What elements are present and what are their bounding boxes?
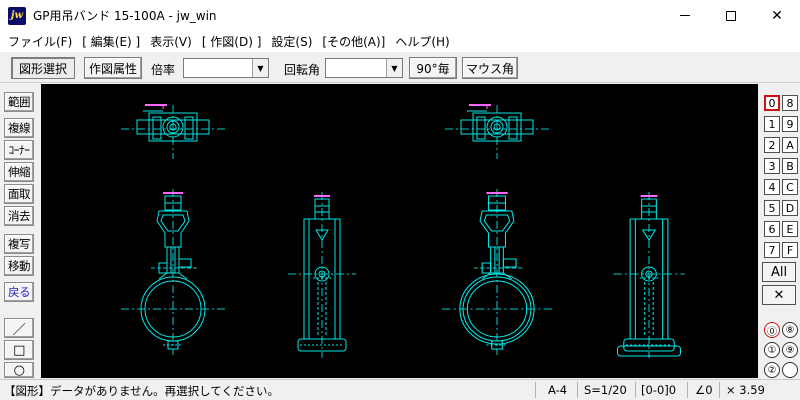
- layer-button-4[interactable]: 4: [764, 179, 780, 195]
- chevron-down-icon[interactable]: ▼: [386, 59, 402, 77]
- mouse-angle-button[interactable]: マウス角: [462, 57, 518, 79]
- scale-combo[interactable]: ▼: [183, 58, 269, 78]
- tool-line[interactable]: ／: [4, 318, 34, 338]
- tool-erase[interactable]: 消去: [4, 206, 34, 226]
- toolbar: 図形選択 作図属性 倍率 ▼ 回転角 ▼ 90°毎 マウス角: [0, 53, 800, 83]
- layer-button-a[interactable]: A: [782, 137, 798, 153]
- layer-button-e[interactable]: E: [782, 221, 798, 237]
- layer-button-2[interactable]: 2: [764, 137, 780, 153]
- top-view-small: [120, 104, 226, 160]
- layer-button-c[interactable]: C: [782, 179, 798, 195]
- tool-undo[interactable]: 戻る: [4, 282, 34, 302]
- scale-label: 倍率: [151, 63, 176, 77]
- menu-other[interactable]: [その他(A)]: [317, 33, 390, 50]
- draw-attribute-button[interactable]: 作図属性: [84, 57, 142, 79]
- front-view-small: [120, 188, 226, 356]
- cad-drawing: [120, 104, 686, 360]
- status-scale[interactable]: S=1/20: [584, 383, 627, 397]
- layer-palette: 0 8 1 9 2 A 3 B 4 C 5 D 6 E 7 F All ✕ ⓪ …: [760, 84, 800, 379]
- rotation-label: 回転角: [284, 63, 321, 77]
- layer-group-2[interactable]: ②: [764, 362, 780, 378]
- tool-corner[interactable]: ｺｰﾅｰ: [4, 140, 34, 160]
- status-divider: [687, 382, 688, 398]
- menu-edit[interactable]: [ 編集(E) ]: [77, 33, 145, 50]
- layer-button-8[interactable]: 8: [782, 95, 798, 111]
- minimize-button[interactable]: [662, 0, 708, 31]
- layer-button-7[interactable]: 7: [764, 242, 780, 258]
- tool-chamfer[interactable]: 面取: [4, 184, 34, 204]
- layer-group-9[interactable]: ⑨: [782, 342, 798, 358]
- tool-copy[interactable]: 複写: [4, 234, 34, 254]
- chevron-down-icon[interactable]: ▼: [252, 59, 268, 77]
- layer-clear-button[interactable]: ✕: [762, 285, 796, 305]
- status-divider: [719, 382, 720, 398]
- menu-bar: ファイル(F) [ 編集(E) ] 表示(V) [ 作図(D) ] 設定(S) …: [0, 31, 800, 52]
- rotation-combo[interactable]: ▼: [325, 58, 403, 78]
- maximize-icon: [726, 10, 736, 21]
- close-button[interactable]: ✕: [754, 0, 800, 31]
- layer-group-1[interactable]: ①: [764, 342, 780, 358]
- cross-icon: ✕: [773, 287, 785, 303]
- select-shape-button[interactable]: 図形選択: [11, 57, 75, 79]
- layer-button-1[interactable]: 1: [764, 116, 780, 132]
- layer-button-0[interactable]: 0: [764, 95, 780, 111]
- menu-help[interactable]: ヘルプ(H): [390, 33, 454, 50]
- layer-group-0[interactable]: ⓪: [764, 322, 780, 338]
- status-bar: 【図形】データがありません。再選択してください。 A-4 S=1/20 [0-0…: [0, 379, 800, 400]
- layer-button-b[interactable]: B: [782, 158, 798, 174]
- maximize-button[interactable]: [708, 0, 754, 31]
- layer-button-5[interactable]: 5: [764, 200, 780, 216]
- menu-view[interactable]: 表示(V): [145, 33, 197, 50]
- layer-group-a[interactable]: [782, 362, 798, 378]
- layer-button-d[interactable]: D: [782, 200, 798, 216]
- layer-button-f[interactable]: F: [782, 242, 798, 258]
- ninety-degree-button[interactable]: 90°毎: [409, 57, 457, 79]
- front-view-large: [440, 187, 554, 357]
- circle-icon: ○: [13, 362, 25, 378]
- drawing-canvas[interactable]: [41, 84, 758, 378]
- layer-group-8[interactable]: ⑧: [782, 322, 798, 338]
- minimize-icon: [680, 15, 690, 16]
- tool-offset[interactable]: 複線: [4, 118, 34, 138]
- top-view-large: [444, 104, 550, 160]
- layer-button-3[interactable]: 3: [764, 158, 780, 174]
- title-bar: jw GP用吊バンド 15-100A - jw_win ✕: [0, 0, 800, 31]
- side-view-large: [612, 190, 686, 360]
- status-divider: [577, 382, 578, 398]
- line-icon: ／: [12, 322, 26, 338]
- status-angle[interactable]: ∠0: [695, 383, 713, 397]
- status-divider: [535, 382, 536, 398]
- status-layer[interactable]: [0-0]0: [641, 383, 676, 397]
- layer-button-6[interactable]: 6: [764, 221, 780, 237]
- menu-draw[interactable]: [ 作図(D) ]: [197, 33, 267, 50]
- menu-file[interactable]: ファイル(F): [3, 33, 77, 50]
- tool-stretch[interactable]: 伸縮: [4, 162, 34, 182]
- status-message: 【図形】データがありません。再選択してください。: [4, 384, 279, 398]
- left-tool-palette: 範囲 複線 ｺｰﾅｰ 伸縮 面取 消去 複写 移動 戻る ／ □ ○: [0, 84, 38, 379]
- menu-settings[interactable]: 設定(S): [266, 33, 317, 50]
- tool-move[interactable]: 移動: [4, 256, 34, 276]
- status-zoom[interactable]: × 3.59: [726, 383, 765, 397]
- tool-range[interactable]: 範囲: [4, 92, 34, 112]
- tool-rectangle[interactable]: □: [4, 340, 34, 360]
- layer-all-button[interactable]: All: [762, 262, 796, 282]
- status-divider: [635, 382, 636, 398]
- window-title: GP用吊バンド 15-100A - jw_win: [33, 9, 217, 23]
- close-icon: ✕: [771, 7, 783, 24]
- status-paper-size[interactable]: A-4: [548, 383, 567, 397]
- rectangle-icon: □: [13, 342, 25, 358]
- side-view-small: [287, 191, 357, 359]
- layer-button-9[interactable]: 9: [782, 116, 798, 132]
- tool-circle[interactable]: ○: [4, 362, 34, 378]
- jw-app-icon: jw: [8, 6, 26, 25]
